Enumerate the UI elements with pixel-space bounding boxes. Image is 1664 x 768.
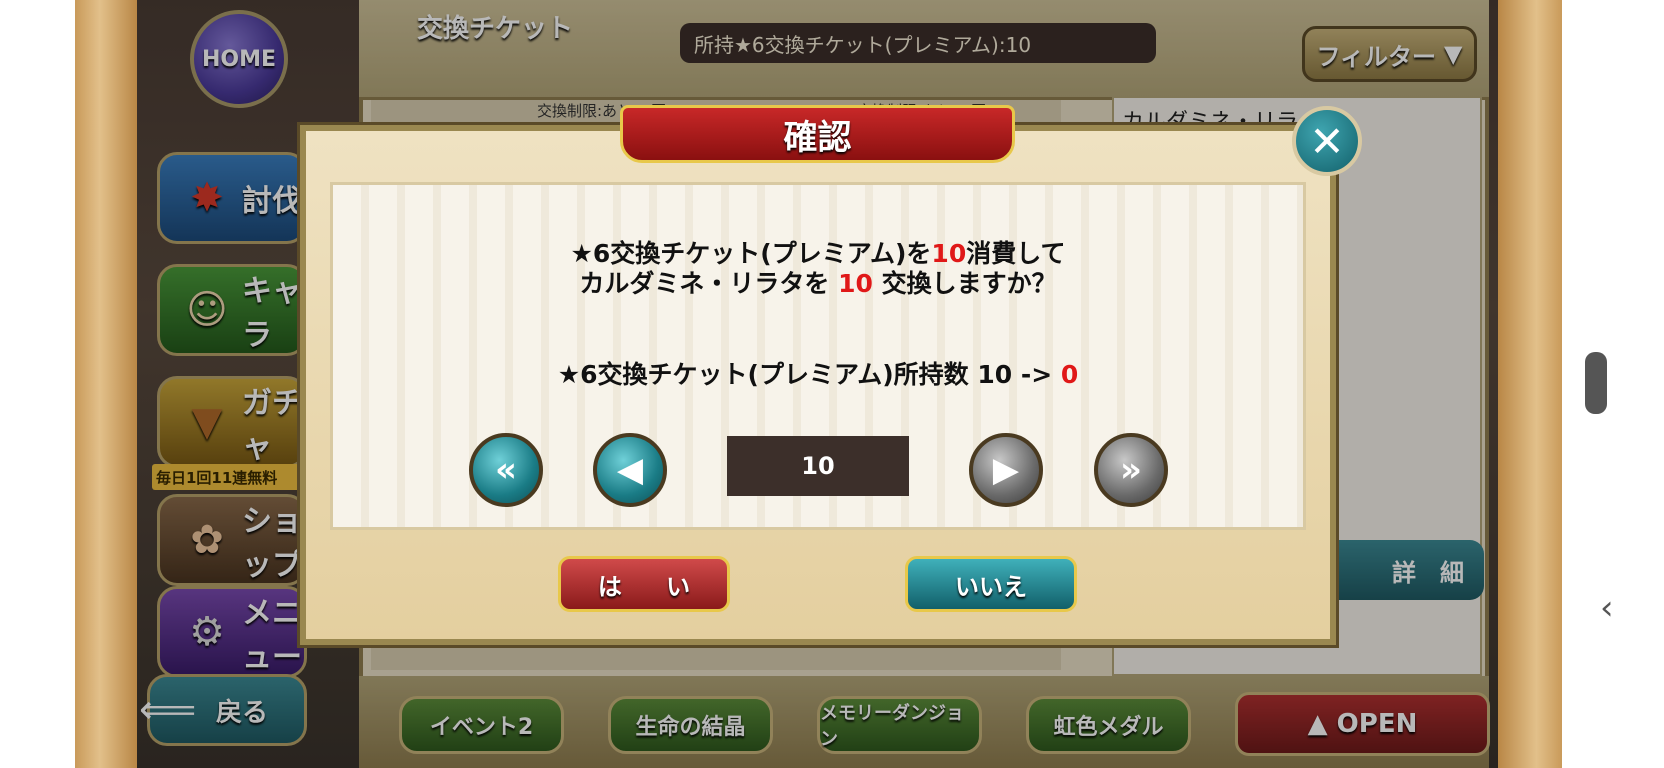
left-arrow-icon: ◀ [616, 450, 644, 490]
system-back-chevron-icon[interactable]: ‹ [1600, 588, 1630, 628]
right-arrow-icon: ▶ [992, 450, 1020, 490]
decrease-max-button[interactable]: « [469, 433, 543, 507]
message-text: 交換しますか？ [872, 269, 1057, 298]
confirm-message-line1: ★6交換チケット(プレミアム)を10消費して [330, 234, 1306, 268]
quantity-display: 10 [727, 436, 909, 496]
double-right-arrow-icon: » [1120, 450, 1142, 490]
left-parchment-frame [75, 0, 137, 768]
close-icon: ✕ [1309, 116, 1345, 166]
message-text: カルダミネ・リラタを [579, 269, 839, 298]
remaining-count: 0 [1060, 360, 1079, 389]
increase-max-button[interactable]: » [1094, 433, 1168, 507]
exchange-count: 10 [838, 269, 873, 298]
close-button[interactable]: ✕ [1292, 106, 1362, 176]
decrease-button[interactable]: ◀ [593, 433, 667, 507]
scroll-handle[interactable] [1585, 352, 1607, 414]
confirm-message-line2: カルダミネ・リラタを 10 交換しますか？ [330, 264, 1306, 298]
no-button[interactable]: いいえ [905, 556, 1077, 612]
message-text: ★6交換チケット(プレミアム)所持数 10 -> [557, 360, 1061, 389]
right-parchment-frame [1498, 0, 1562, 768]
confirm-message-line3: ★6交換チケット(プレミアム)所持数 10 -> 0 [330, 355, 1306, 389]
dialog-title: 確認 [620, 105, 1015, 163]
increase-button[interactable]: ▶ [969, 433, 1043, 507]
yes-button[interactable]: は い [558, 556, 730, 612]
double-left-arrow-icon: « [495, 450, 517, 490]
